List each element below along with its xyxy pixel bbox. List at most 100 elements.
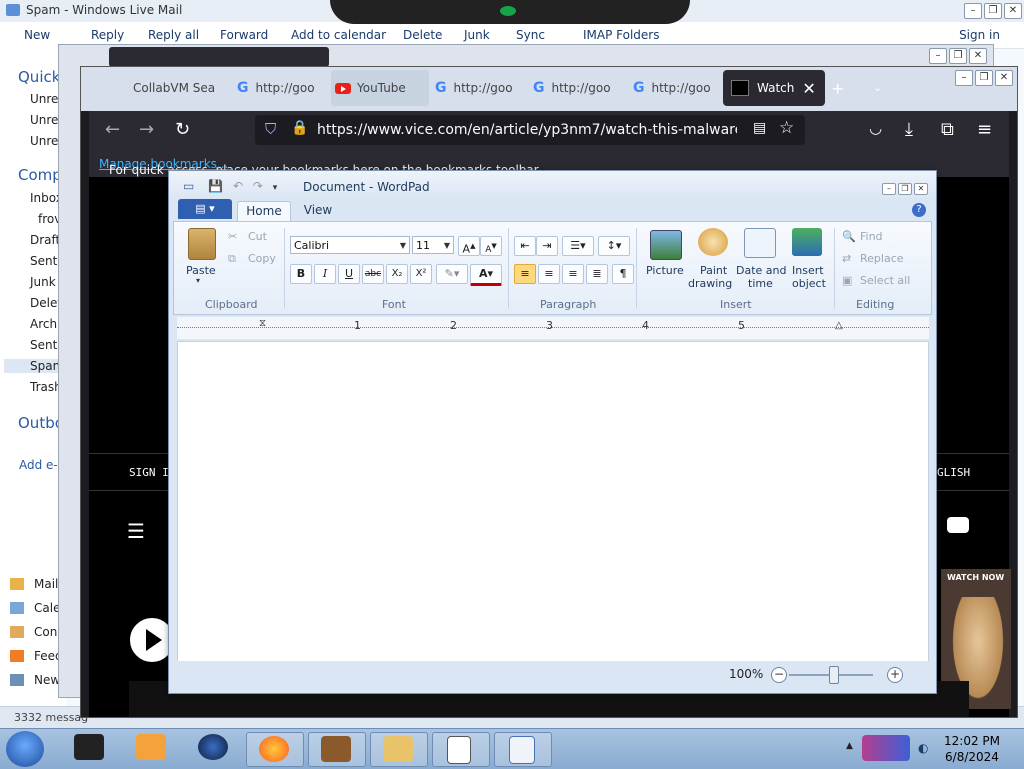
url-bar[interactable]: ⛉ 🔒 https://www.vice.com/en/article/yp3n… — [255, 115, 805, 145]
site-menu-icon[interactable]: ☰ — [127, 519, 145, 543]
taskbar-mail[interactable] — [370, 732, 428, 767]
maximize-button[interactable]: ❐ — [975, 70, 993, 86]
calendar-clock-icon[interactable] — [744, 228, 776, 258]
folder-item[interactable]: Trash — [30, 380, 62, 394]
network-icon[interactable]: ◐ — [918, 741, 928, 755]
folder-item[interactable]: Sent — [30, 338, 57, 352]
superscript-button[interactable]: X² — [410, 264, 432, 284]
shield-icon[interactable]: ⛉ — [265, 120, 276, 138]
bold-button[interactable]: B — [290, 264, 312, 284]
maximize-button[interactable]: ❐ — [949, 48, 967, 64]
nav-mail[interactable]: Mail — [34, 577, 58, 591]
globe-app-icon[interactable] — [198, 734, 228, 760]
reply-button[interactable]: Reply — [91, 28, 124, 42]
paragraph-settings-icon[interactable]: ¶ — [612, 264, 634, 284]
forward-button[interactable]: Forward — [220, 28, 268, 42]
tab-vice-active[interactable]: Watch ✕ — [723, 70, 825, 106]
reply-all-button[interactable]: Reply all — [148, 28, 199, 42]
folder-item[interactable]: Junk — [30, 275, 56, 289]
close-button[interactable]: ✕ — [995, 70, 1013, 86]
reader-view-icon[interactable]: ▤ — [753, 120, 766, 136]
site-language-link[interactable]: GLISH — [937, 466, 970, 479]
shrink-font-icon[interactable]: A▼ — [480, 236, 502, 256]
find-button[interactable]: Find — [860, 230, 883, 243]
tab-google[interactable]: Ghttp://goo — [435, 70, 529, 106]
junk-button[interactable]: Junk — [464, 28, 490, 42]
reload-icon[interactable]: ↻ — [175, 119, 190, 140]
taskbar-bonzi[interactable] — [308, 732, 366, 767]
paint-drawing-button[interactable]: Paint — [700, 264, 727, 277]
zoom-slider-thumb[interactable] — [829, 666, 839, 684]
line-spacing-icon[interactable]: ↕▾ — [598, 236, 630, 256]
nav-newsgroups[interactable]: New — [34, 673, 60, 687]
taskbar-firefox[interactable] — [246, 732, 304, 767]
new-tab-icon[interactable]: + — [831, 79, 844, 98]
tab-youtube[interactable]: YouTube — [331, 70, 429, 106]
underline-button[interactable]: U — [338, 264, 360, 284]
paint-drawing-icon[interactable] — [698, 228, 728, 256]
folder-item[interactable]: Archi — [30, 317, 60, 331]
start-button[interactable] — [6, 731, 44, 767]
computer-header[interactable]: Comp — [18, 166, 62, 184]
paste-icon[interactable] — [188, 228, 216, 260]
maximize-button[interactable]: ❐ — [898, 183, 912, 195]
right-indent-handle[interactable]: △ — [835, 320, 843, 331]
add-to-calendar-button[interactable]: Add to calendar — [291, 28, 386, 42]
tray-app-icon[interactable] — [862, 735, 910, 761]
back-window-tab[interactable] — [109, 47, 329, 67]
delete-button[interactable]: Delete — [403, 28, 442, 42]
bullets-icon[interactable]: ☰▾ — [562, 236, 594, 256]
nav-contacts[interactable]: Con — [34, 625, 57, 639]
decrease-indent-icon[interactable]: ⇤ — [514, 236, 536, 256]
system-clock[interactable]: 12:02 PM 6/8/2024 — [942, 733, 1002, 765]
close-button[interactable]: ✕ — [914, 183, 928, 195]
site-sign-in-link[interactable]: SIGN I — [129, 466, 169, 479]
strikethrough-button[interactable]: abc — [362, 264, 384, 284]
justify-icon[interactable]: ≣ — [586, 264, 608, 284]
date-time-button[interactable]: Date and — [736, 264, 786, 277]
font-size-select[interactable]: 11 ▼ — [412, 236, 454, 254]
grow-font-icon[interactable]: A▲ — [458, 236, 480, 256]
tab-collabvm[interactable]: CollabVM Sea — [133, 70, 227, 106]
back-icon[interactable]: ← — [105, 119, 120, 140]
close-button[interactable]: ✕ — [969, 48, 987, 64]
minimize-button[interactable]: – — [929, 48, 947, 64]
restore-button[interactable]: ❐ — [984, 3, 1002, 19]
first-line-indent-handle[interactable]: ⧖ — [259, 318, 266, 329]
text-color-icon[interactable]: A▾ — [470, 264, 502, 286]
quick-views-header[interactable]: Quick — [18, 68, 60, 86]
paste-dropdown-icon[interactable]: ▾ — [196, 276, 200, 285]
pocket-icon[interactable]: ◡ — [869, 119, 882, 137]
zoom-in-button[interactable]: + — [887, 667, 903, 683]
subscript-button[interactable]: X₂ — [386, 264, 408, 284]
add-email-account-link[interactable]: Add e- — [19, 458, 58, 472]
replace-button[interactable]: Replace — [860, 252, 904, 265]
italic-button[interactable]: I — [314, 264, 336, 284]
customize-qa-icon[interactable]: ▾ — [273, 183, 278, 193]
tab-google[interactable]: Ghttp://goo — [237, 70, 331, 106]
copy-button[interactable]: Copy — [248, 252, 276, 265]
undo-icon[interactable]: ↶ — [233, 179, 243, 193]
taskbar-app-icon[interactable] — [74, 734, 104, 760]
help-icon[interactable]: ? — [912, 203, 926, 217]
minimize-button[interactable]: – — [955, 70, 973, 86]
highlight-color-icon[interactable]: ✎▾ — [436, 264, 468, 284]
insert-object-icon[interactable] — [792, 228, 822, 256]
redo-icon[interactable]: ↷ — [253, 179, 263, 193]
close-button[interactable]: ✕ — [1004, 3, 1022, 19]
downloads-icon[interactable]: ⤓ — [905, 119, 913, 140]
close-tab-icon[interactable]: ✕ — [802, 79, 815, 98]
sync-button[interactable]: Sync — [516, 28, 545, 42]
lock-icon[interactable]: 🔒 — [291, 120, 308, 136]
insert-object-button[interactable]: Insert — [792, 264, 824, 277]
tab-google[interactable]: Ghttp://goo — [633, 70, 727, 106]
folder-item-selected[interactable]: Spam — [4, 359, 66, 373]
site-youtube-icon[interactable] — [947, 517, 969, 533]
tab-google[interactable]: Ghttp://goo — [533, 70, 627, 106]
increase-indent-icon[interactable]: ⇥ — [536, 236, 558, 256]
taskbar-solitaire[interactable] — [432, 732, 490, 767]
forward-icon[interactable]: → — [139, 119, 154, 140]
paste-button[interactable]: Paste — [186, 264, 216, 277]
align-left-icon[interactable]: ≡ — [514, 264, 536, 284]
select-all-button[interactable]: Select all — [860, 274, 910, 287]
